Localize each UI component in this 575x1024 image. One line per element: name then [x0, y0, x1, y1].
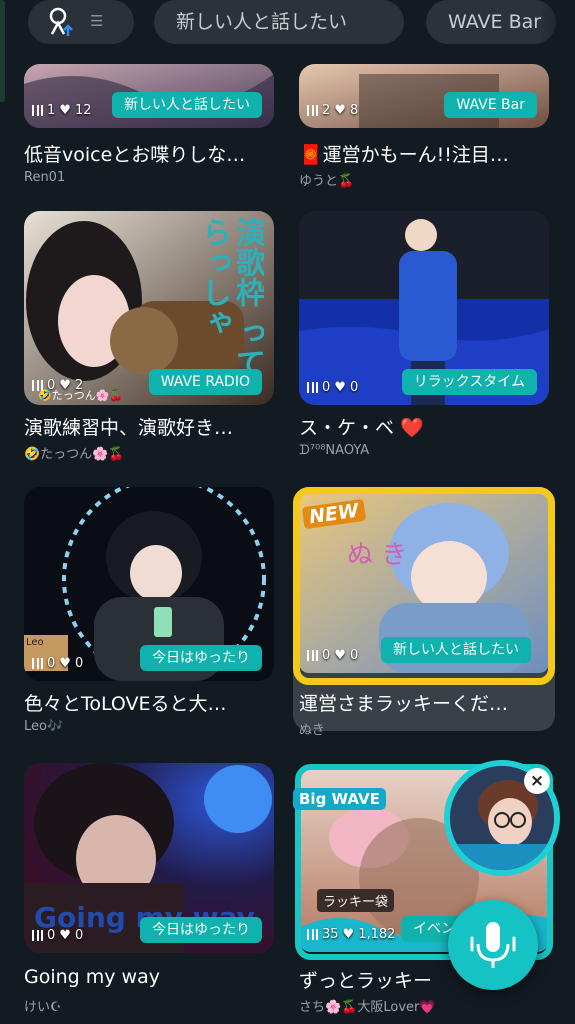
- big-wave-tag: Big WAVE: [293, 788, 386, 810]
- start-room-mic-button[interactable]: [448, 900, 538, 990]
- listeners-icon: [32, 105, 43, 116]
- room-owner: 🤣たっつん🌸🍒: [24, 447, 125, 462]
- listener-count: 0: [47, 928, 56, 943]
- room-stats: 0 ♥ 0: [32, 656, 83, 671]
- room-thumbnail: 2 ♥ 8 WAVE Bar: [299, 64, 549, 128]
- room-thumbnail: Going my way 0♥0 今日はゆったり: [24, 763, 274, 953]
- room-title: 運営さまラッキーくだ…: [299, 693, 509, 715]
- scroll-fade: [540, 0, 575, 46]
- room-thumbnail: 0 ♥ 0 リラックスタイム: [299, 211, 549, 405]
- room-title: 🧧運営かもーん!!注目…: [299, 144, 509, 166]
- category-badge: リラックスタイム: [401, 369, 537, 395]
- room-title: 低音voiceとお喋りしな…: [24, 144, 246, 166]
- listeners-icon: [32, 380, 43, 391]
- listener-count: 0: [47, 656, 56, 671]
- heart-icon: ♥: [334, 103, 346, 118]
- heart-icon: ♥: [59, 928, 71, 943]
- room-owner: さち🌸🍒大阪Lover💗: [299, 1000, 436, 1015]
- room-thumbnail: 1 ♥ 12 新しい人と話したい: [24, 64, 274, 128]
- user-search-icon: [49, 7, 73, 36]
- room-title: 演歌練習中、演歌好き…: [24, 417, 234, 439]
- room-owner: Leo🎶: [24, 719, 64, 734]
- listeners-icon: [32, 658, 43, 669]
- microphone-icon: [470, 922, 516, 968]
- tag-pill-new-people[interactable]: 新しい人と話したい: [154, 0, 404, 44]
- category-badge: WAVE RADIO: [148, 369, 262, 395]
- like-count: 0: [74, 656, 84, 671]
- close-icon[interactable]: ×: [524, 768, 550, 794]
- room-stats: 0 ♥ 2: [32, 378, 83, 393]
- heart-icon: ♥: [59, 103, 71, 118]
- room-owner: ぬき: [299, 723, 325, 738]
- room-title: Going my way: [24, 966, 160, 988]
- room-title: ス・ケ・ベ ❤️: [299, 417, 424, 439]
- like-count: 0: [74, 928, 84, 943]
- listener-count: 1: [47, 103, 56, 118]
- room-thumbnail: 演歌枠 ってらっしゃ 🤣たっつん🌸🍒 0 ♥ 2 WAVE RADIO: [24, 211, 274, 405]
- room-thumbnail: Leo 0 ♥ 0 今日はゆったり: [24, 487, 274, 681]
- room-title: 色々とToLOVEると大…: [24, 693, 227, 715]
- like-count: 8: [349, 103, 359, 118]
- listeners-icon: [307, 382, 318, 393]
- listener-count: 0: [322, 380, 331, 395]
- listener-count: 2: [322, 103, 331, 118]
- like-count: 0: [349, 380, 359, 395]
- tag-pill-wave-bar[interactable]: WAVE Bar: [426, 0, 556, 44]
- category-badge: 今日はゆったり: [140, 645, 262, 671]
- room-owner: ゆうと🍒: [299, 174, 355, 189]
- room-owner: けい☪︎: [24, 1000, 62, 1015]
- room-stats: 0 ♥ 0: [32, 928, 83, 943]
- heart-icon: ♥: [334, 380, 346, 395]
- like-count: 12: [74, 103, 92, 118]
- room-title: ずっとラッキー: [299, 970, 433, 992]
- room-owner: ᗪ⁷⁰⁸NAOYA: [299, 443, 370, 458]
- room-stats: 0 ♥ 0: [307, 380, 358, 395]
- category-badge: 新しい人と話したい: [112, 92, 262, 118]
- filter-icon: ☰: [90, 12, 104, 30]
- heart-icon: ♥: [59, 378, 71, 393]
- category-badge: WAVE Bar: [444, 92, 537, 118]
- room-stats: 2 ♥ 8: [307, 103, 358, 118]
- like-count: 2: [74, 378, 84, 393]
- category-badge: 今日はゆったり: [140, 917, 262, 943]
- edge-indicator: [0, 0, 5, 102]
- heart-icon: ♥: [59, 656, 71, 671]
- top-bar: ☰ 新しい人と話したい WAVE Bar: [0, 0, 575, 102]
- listeners-icon: [32, 930, 43, 941]
- room-owner: Ren01: [24, 170, 66, 185]
- listeners-icon: [307, 105, 318, 116]
- room-stats: 1 ♥ 12: [32, 103, 91, 118]
- listener-count: 0: [47, 378, 56, 393]
